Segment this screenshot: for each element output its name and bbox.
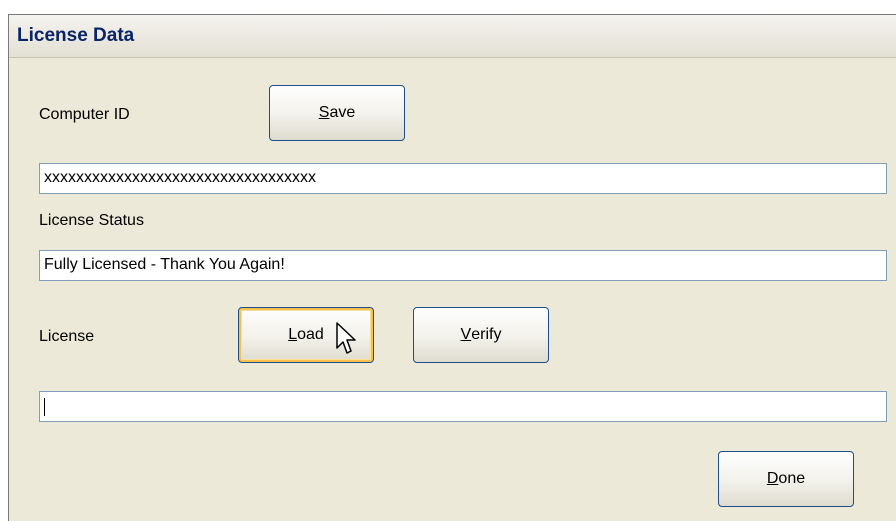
done-button-mnemonic: D bbox=[766, 470, 779, 487]
save-button-label: ave bbox=[329, 104, 356, 121]
dialog-title: License Data bbox=[17, 25, 135, 46]
license-field[interactable] bbox=[39, 391, 887, 422]
done-button[interactable]: Done bbox=[718, 451, 854, 507]
verify-button-mnemonic: V bbox=[460, 326, 472, 343]
load-button-mnemonic: L bbox=[288, 326, 298, 343]
license-data-dialog: License Data Computer ID Save xxxxxxxxxx… bbox=[8, 14, 896, 521]
license-label: License bbox=[39, 328, 95, 345]
save-button-mnemonic: S bbox=[318, 104, 330, 121]
done-button-label: one bbox=[778, 470, 806, 487]
arrow-cursor-icon bbox=[336, 322, 356, 354]
license-status-field[interactable]: Fully Licensed - Thank You Again! bbox=[39, 250, 887, 281]
title-bar: License Data bbox=[9, 15, 896, 58]
text-caret bbox=[44, 398, 45, 416]
load-button-label: oad bbox=[297, 326, 324, 343]
computer-id-label: Computer ID bbox=[39, 106, 130, 123]
license-status-label: License Status bbox=[39, 212, 144, 229]
verify-button[interactable]: Verify bbox=[413, 307, 549, 363]
verify-button-label: erify bbox=[471, 326, 502, 343]
save-button[interactable]: Save bbox=[269, 85, 405, 141]
computer-id-field[interactable]: xxxxxxxxxxxxxxxxxxxxxxxxxxxxxxxxxx bbox=[39, 163, 887, 194]
